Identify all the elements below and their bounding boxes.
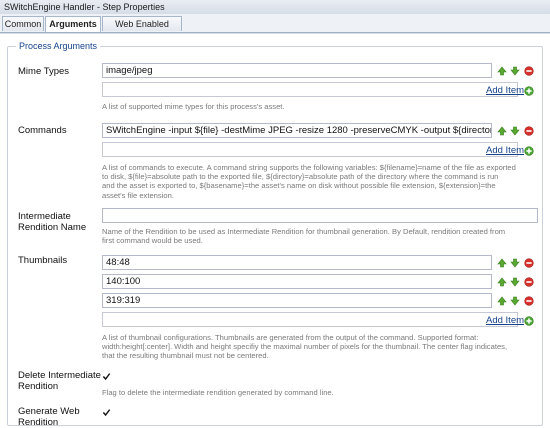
generate-web-checkbox[interactable] — [102, 408, 111, 417]
thumbnails-label: Thumbnails — [18, 255, 68, 266]
thumbnail-field[interactable]: 319:319 — [102, 293, 492, 308]
move-up-icon[interactable] — [497, 296, 507, 306]
generate-web-label-line: Rendition — [18, 417, 59, 428]
thumbnail-field[interactable]: 140:100 — [102, 274, 492, 289]
window-title-bar: SWitchEngine Handler - Step Properties — [0, 0, 550, 15]
commands-description: A list of commands to execute. A command… — [102, 163, 542, 200]
commands-label: Commands — [18, 125, 67, 136]
mime-types-add-item-link[interactable]: Add Item — [486, 85, 524, 96]
mime-types-label: Mime Types — [18, 66, 70, 77]
delete-intermediate-label: Delete Intermediate Rendition — [18, 370, 101, 392]
move-down-icon[interactable] — [510, 296, 520, 306]
commands-description-line: A list of commands to execute. A command… — [102, 163, 516, 172]
commands-description-line: and the asset is exported to, ${basename… — [102, 181, 496, 191]
intermediate-description-line: first command would be used. — [102, 236, 203, 246]
add-icon[interactable] — [524, 146, 534, 156]
window-title: SWitchEngine Handler - Step Properties — [4, 2, 165, 12]
tab-strip: Common Arguments Web Enabled Image — [0, 14, 550, 44]
move-up-icon[interactable] — [497, 258, 507, 268]
move-up-icon[interactable] — [497, 126, 507, 136]
remove-icon[interactable] — [524, 126, 534, 136]
thumbnail-add-row — [102, 312, 518, 327]
commands-description-line: asset's file extension. — [102, 190, 174, 200]
intermediate-rendition-description: Name of the Rendition to be used as Inte… — [102, 227, 542, 245]
thumbnails-description-line: that the resulting thumbnail must not be… — [102, 351, 269, 361]
command-add-row — [102, 142, 518, 157]
move-down-icon[interactable] — [510, 66, 520, 76]
tab-common[interactable]: Common — [2, 16, 44, 31]
tab-web-enabled-image[interactable]: Web Enabled Image — [102, 16, 182, 44]
intermediate-rendition-label-line: Rendition Name — [18, 222, 87, 233]
fieldset-legend: Process Arguments — [16, 41, 101, 51]
move-down-icon[interactable] — [510, 277, 520, 287]
add-icon[interactable] — [524, 86, 534, 96]
generate-web-label-line: Generate Web — [18, 406, 80, 417]
delete-intermediate-description: Flag to delete the intermediate renditio… — [102, 388, 334, 397]
delete-intermediate-checkbox[interactable] — [102, 372, 111, 381]
thumbnails-description-line: A list of thumbnail configurations. Thum… — [102, 333, 479, 342]
remove-icon[interactable] — [524, 66, 534, 76]
intermediate-rendition-label-line: Intermediate — [18, 211, 71, 222]
remove-icon[interactable] — [524, 258, 534, 268]
delete-intermediate-label-line: Delete Intermediate — [18, 370, 101, 381]
move-up-icon[interactable] — [497, 277, 507, 287]
mime-type-add-row — [102, 82, 518, 97]
move-down-icon[interactable] — [510, 258, 520, 268]
mime-types-description: A list of supported mime types for this … — [102, 102, 285, 111]
delete-intermediate-label-line: Rendition — [18, 381, 59, 392]
command-field[interactable]: SWitchEngine -input ${file} -destMime JP… — [102, 123, 492, 138]
move-down-icon[interactable] — [510, 126, 520, 136]
move-up-icon[interactable] — [497, 66, 507, 76]
intermediate-rendition-label: Intermediate Rendition Name — [18, 211, 86, 233]
intermediate-rendition-field[interactable] — [102, 208, 538, 223]
mime-type-field[interactable]: image/jpeg — [102, 63, 492, 78]
thumbnails-description-line: width:height[:center]. Width and height … — [102, 342, 508, 352]
tab-arguments[interactable]: Arguments — [45, 16, 101, 32]
commands-add-item-link[interactable]: Add Item — [486, 145, 524, 156]
thumbnails-add-item-link[interactable]: Add Item — [486, 315, 524, 326]
thumbnail-field[interactable]: 48:48 — [102, 255, 492, 270]
remove-icon[interactable] — [524, 296, 534, 306]
intermediate-description-line: Name of the Rendition to be used as Inte… — [102, 227, 506, 236]
add-icon[interactable] — [524, 316, 534, 326]
thumbnails-description: A list of thumbnail configurations. Thum… — [102, 333, 542, 361]
remove-icon[interactable] — [524, 277, 534, 287]
commands-description-line: to disk, ${file}=absolute path to the ex… — [102, 172, 499, 182]
